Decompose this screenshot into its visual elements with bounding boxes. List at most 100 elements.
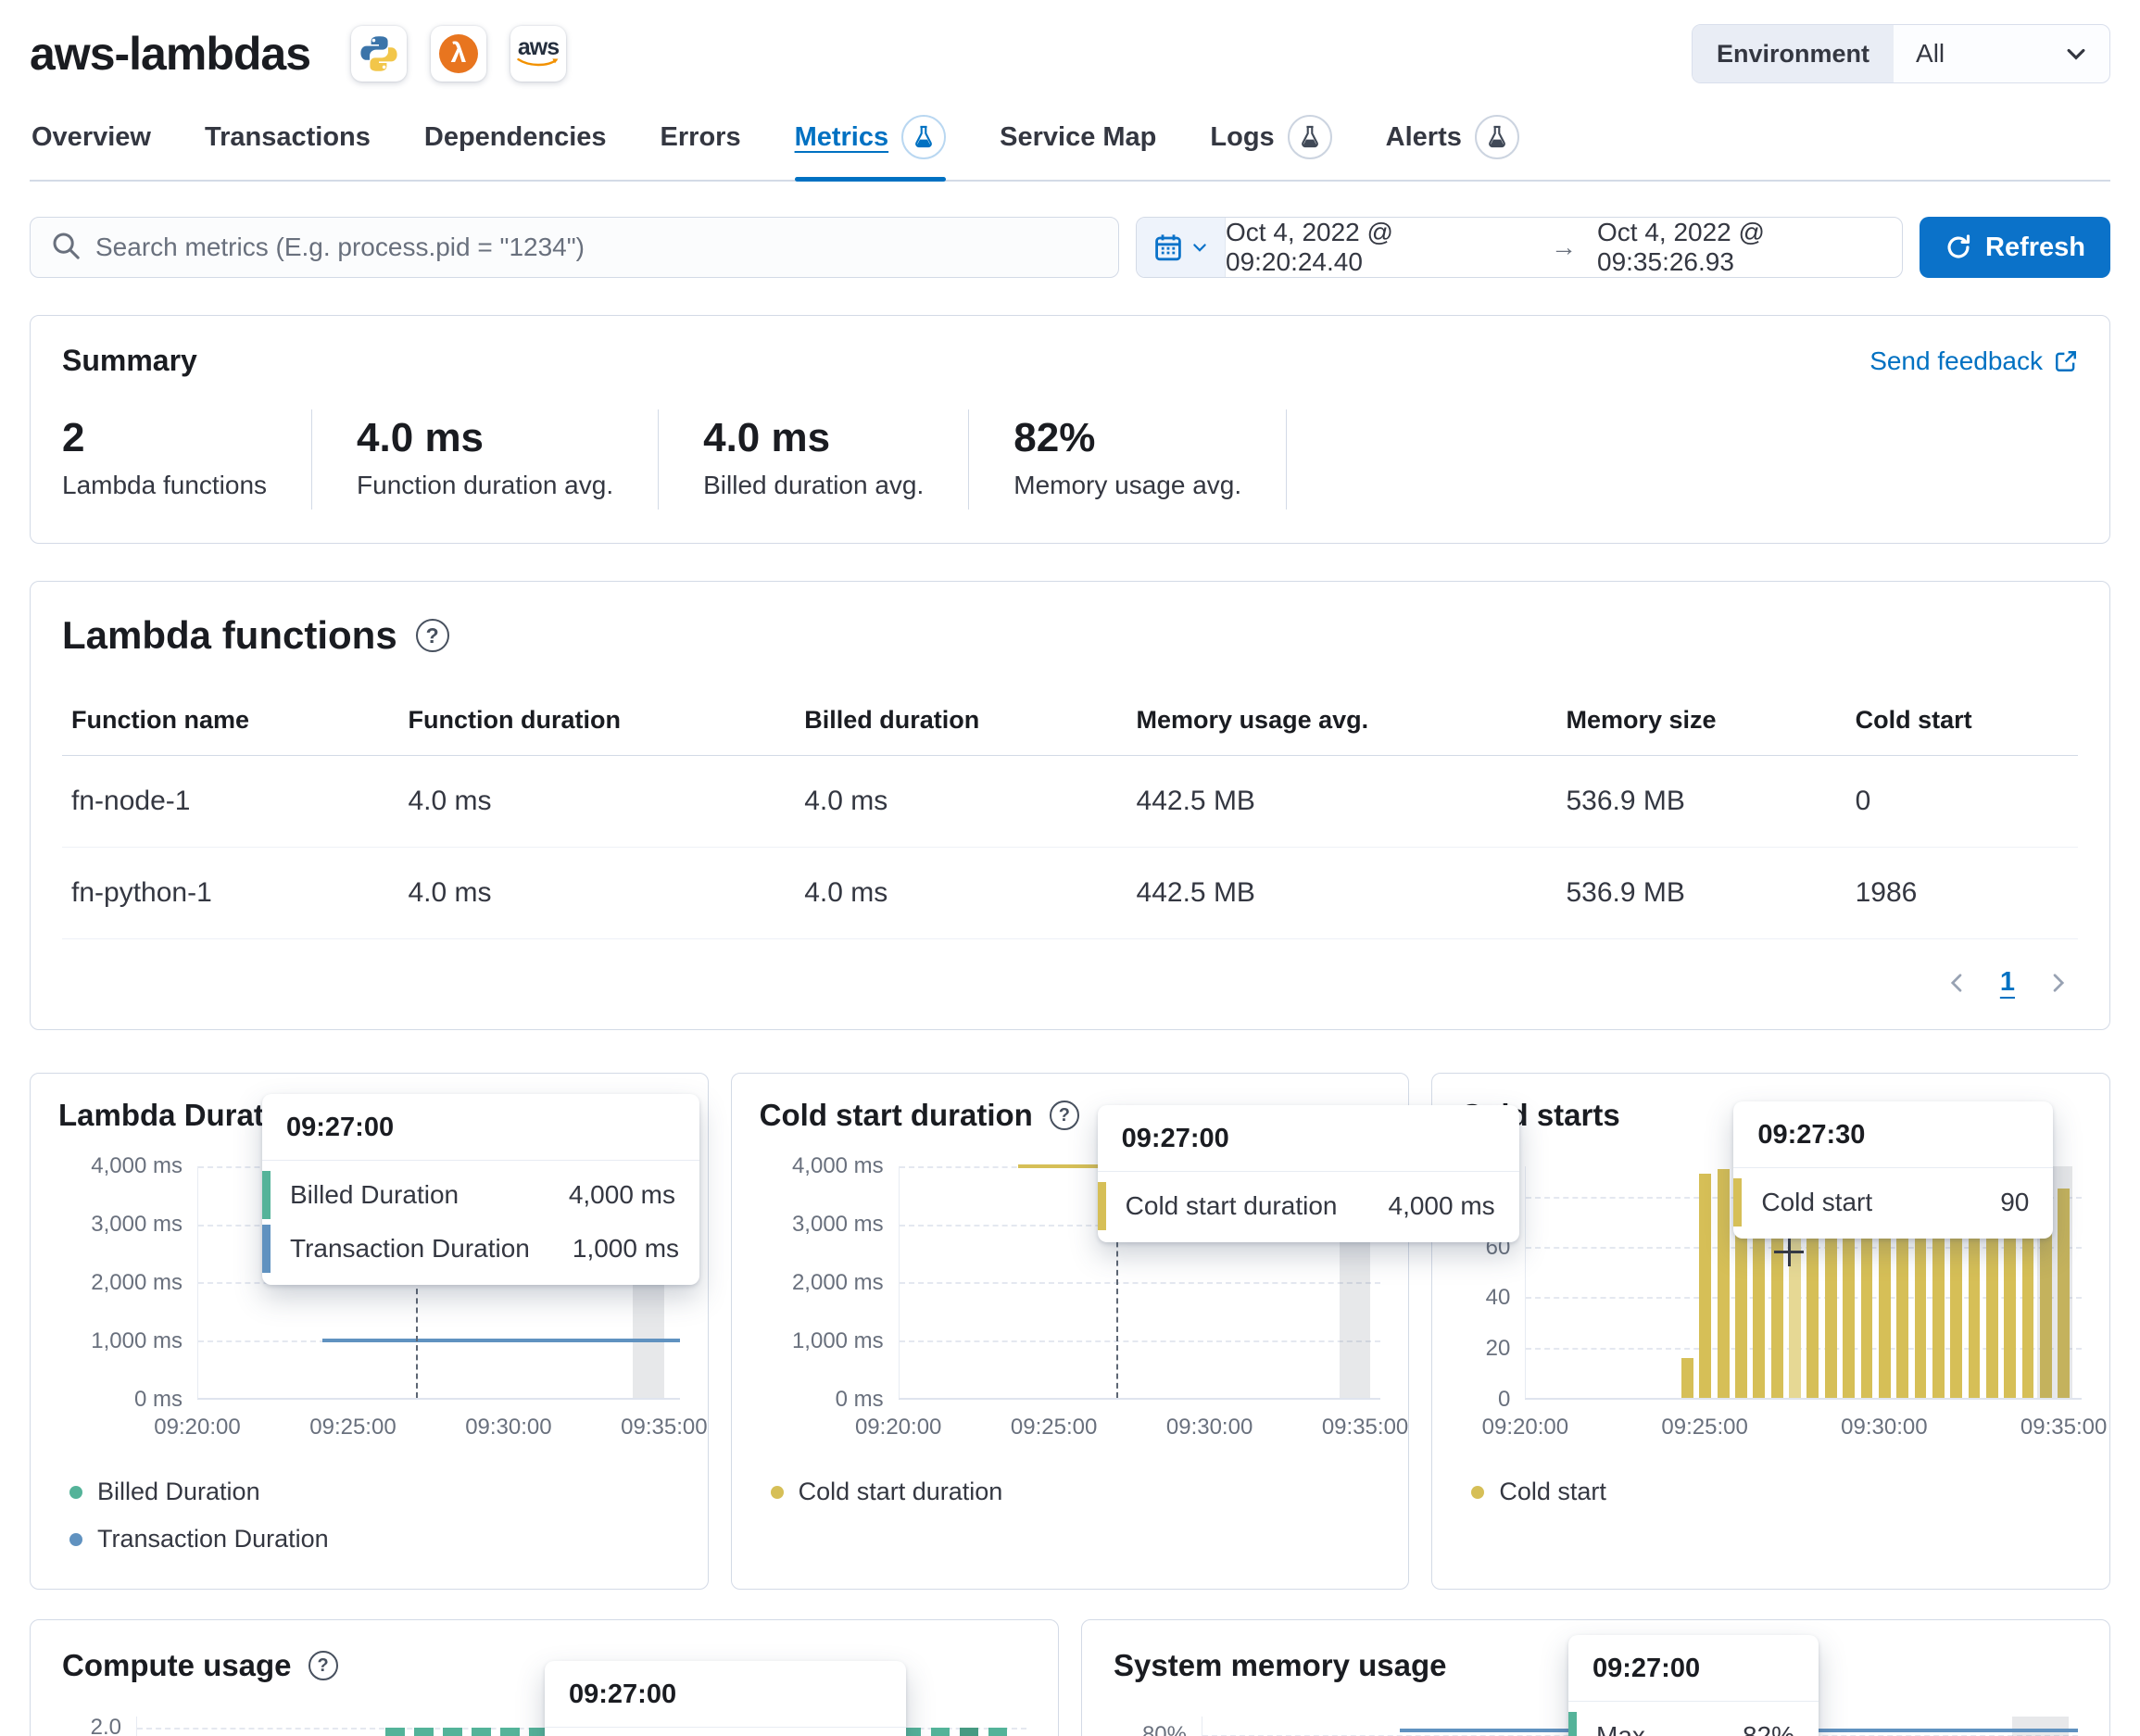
x-tick-label: 09:25:00 bbox=[1661, 1415, 1747, 1440]
date-range-picker: Oct 4, 2022 @ 09:20:24.40 → Oct 4, 2022 … bbox=[1136, 217, 1903, 278]
y-tick-label: 20 bbox=[1486, 1336, 1511, 1362]
chart-tooltip: 09:27:00 Billed Duration 4,000 ms Transa… bbox=[262, 1094, 699, 1285]
search-input[interactable] bbox=[95, 233, 1098, 262]
service-tabs: Overview Transactions Dependencies Error… bbox=[30, 115, 2110, 182]
bar[interactable] bbox=[960, 1728, 978, 1736]
legend-dot bbox=[69, 1533, 82, 1546]
x-tick-label: 09:35:00 bbox=[621, 1415, 707, 1440]
tab-transactions[interactable]: Transactions bbox=[205, 115, 371, 180]
bar[interactable] bbox=[500, 1728, 519, 1736]
chevron-down-icon bbox=[2063, 25, 2109, 82]
function-link[interactable]: fn-node-1 bbox=[62, 756, 399, 848]
legend-item[interactable]: Cold start bbox=[1471, 1478, 2082, 1506]
function-link[interactable]: fn-python-1 bbox=[62, 848, 399, 939]
compute-usage-chart-card: Compute usage ? 2.01.51.0 09:27:00 Compu… bbox=[30, 1619, 1059, 1736]
metrics-toolbar: Oct 4, 2022 @ 09:20:24.40 → Oct 4, 2022 … bbox=[30, 217, 2110, 278]
tab-overview[interactable]: Overview bbox=[31, 115, 151, 180]
refresh-icon bbox=[1945, 233, 1972, 261]
series-color-strip bbox=[262, 1171, 271, 1219]
x-axis: 09:20:0009:25:0009:30:0009:35:00 bbox=[1525, 1400, 2082, 1440]
date-end[interactable]: Oct 4, 2022 @ 09:35:26.93 bbox=[1597, 218, 1902, 277]
bar[interactable] bbox=[443, 1728, 461, 1736]
tab-alerts[interactable]: Alerts bbox=[1386, 115, 1519, 180]
series-color-strip bbox=[1098, 1182, 1106, 1230]
calendar-button[interactable] bbox=[1137, 218, 1226, 277]
table-row: fn-node-1 4.0 ms 4.0 ms 442.5 MB 536.9 M… bbox=[62, 756, 2078, 848]
next-page-button[interactable] bbox=[2046, 972, 2069, 994]
aws-lambda-icon: λ bbox=[431, 26, 486, 82]
tooltip-row: Transaction Duration 1,000 ms bbox=[262, 1222, 699, 1276]
bar[interactable] bbox=[414, 1728, 433, 1736]
chart-title: Cold start duration bbox=[760, 1098, 1033, 1133]
page-number[interactable]: 1 bbox=[2000, 967, 2015, 998]
bar[interactable] bbox=[1718, 1169, 1730, 1398]
beaker-icon bbox=[1288, 115, 1332, 159]
legend-item[interactable]: Billed Duration bbox=[69, 1478, 680, 1506]
legend-dot bbox=[771, 1486, 784, 1499]
y-tick-label: 2.0 bbox=[91, 1715, 121, 1736]
x-tick-label: 09:20:00 bbox=[1482, 1415, 1568, 1440]
lambda-functions-panel: Lambda functions ? Function name Functio… bbox=[30, 581, 2110, 1030]
series-color-strip bbox=[1568, 1712, 1577, 1736]
tab-dependencies[interactable]: Dependencies bbox=[424, 115, 607, 180]
y-axis: 4,000 ms3,000 ms2,000 ms1,000 ms0 ms bbox=[58, 1166, 197, 1400]
stat-lambda-functions: 2 Lambda functions bbox=[62, 409, 312, 509]
annotation-band bbox=[2012, 1717, 2069, 1736]
y-axis: 80%60%40% bbox=[1114, 1717, 1202, 1736]
tooltip-row: Cold start duration 4,000 ms bbox=[1098, 1179, 1519, 1233]
y-tick-label: 1,000 ms bbox=[91, 1328, 183, 1354]
help-icon[interactable]: ? bbox=[308, 1651, 338, 1680]
legend-item[interactable]: Transaction Duration bbox=[69, 1525, 680, 1554]
stat-memory-usage: 82% Memory usage avg. bbox=[1013, 409, 1287, 509]
tooltip-row: Billed Duration 4,000 ms bbox=[262, 1168, 699, 1222]
bar[interactable] bbox=[1681, 1358, 1693, 1398]
help-icon[interactable]: ? bbox=[416, 619, 449, 652]
chart-tooltip: 09:27:00 Cold start duration 4,000 ms bbox=[1098, 1105, 1519, 1242]
previous-page-button[interactable] bbox=[1946, 972, 1969, 994]
y-tick-label: 0 ms bbox=[134, 1387, 183, 1413]
chart-title: System memory usage bbox=[1114, 1648, 1447, 1683]
stat-function-duration: 4.0 ms Function duration avg. bbox=[357, 409, 659, 509]
gridline bbox=[900, 1282, 1381, 1284]
chevron-down-icon bbox=[1190, 238, 1209, 257]
tab-service-map[interactable]: Service Map bbox=[1000, 115, 1156, 180]
y-tick-label: 0 bbox=[1498, 1387, 1510, 1413]
y-tick-label: 2,000 ms bbox=[792, 1270, 884, 1296]
col-billed-duration: Billed duration bbox=[795, 706, 1127, 756]
bar[interactable] bbox=[385, 1728, 404, 1736]
series-line bbox=[322, 1339, 680, 1342]
legend-dot bbox=[69, 1486, 82, 1499]
bar[interactable] bbox=[472, 1728, 490, 1736]
date-start[interactable]: Oct 4, 2022 @ 09:20:24.40 bbox=[1226, 218, 1530, 277]
environment-select[interactable]: Environment All bbox=[1692, 24, 2110, 83]
x-axis: 09:20:0009:25:0009:30:0009:35:00 bbox=[197, 1400, 680, 1440]
page-title: aws-lambdas bbox=[30, 27, 310, 81]
x-tick-label: 09:35:00 bbox=[1322, 1415, 1408, 1440]
apm-service-page: aws-lambdas λ aws bbox=[0, 0, 2140, 1736]
chart-tooltip: 09:27:00 Compute usage 2.0 bbox=[545, 1661, 906, 1736]
send-feedback-link[interactable]: Send feedback bbox=[1869, 346, 2078, 376]
summary-panel: Summary Send feedback 2 Lambda functions… bbox=[30, 315, 2110, 544]
x-axis: 09:20:0009:25:0009:30:0009:35:00 bbox=[899, 1400, 1381, 1440]
legend-dot bbox=[1471, 1486, 1484, 1499]
tab-metrics[interactable]: Metrics bbox=[795, 115, 947, 180]
bar[interactable] bbox=[988, 1728, 1007, 1736]
bar[interactable] bbox=[1699, 1174, 1711, 1398]
y-tick-label: 3,000 ms bbox=[792, 1212, 884, 1238]
y-tick-label: 1,000 ms bbox=[792, 1328, 884, 1354]
bar[interactable] bbox=[931, 1728, 950, 1736]
legend-item[interactable]: Cold start duration bbox=[771, 1478, 1381, 1506]
col-function-duration: Function duration bbox=[399, 706, 796, 756]
tab-logs[interactable]: Logs bbox=[1210, 115, 1331, 180]
col-memory-usage: Memory usage avg. bbox=[1127, 706, 1557, 756]
tab-errors[interactable]: Errors bbox=[661, 115, 741, 180]
chart-title: Compute usage bbox=[62, 1648, 292, 1683]
external-link-icon bbox=[2054, 349, 2078, 373]
help-icon[interactable]: ? bbox=[1050, 1101, 1079, 1130]
refresh-button[interactable]: Refresh bbox=[1920, 217, 2110, 278]
y-tick-label: 4,000 ms bbox=[91, 1153, 183, 1179]
service-header: aws-lambdas λ aws bbox=[30, 24, 2110, 83]
cell-function-duration: 4.0 ms bbox=[399, 848, 796, 939]
cold-starts-chart-card: Cold starts 806040200 09:20:0009:25:0009… bbox=[1431, 1073, 2110, 1590]
y-axis: 2.01.51.0 bbox=[62, 1717, 136, 1736]
